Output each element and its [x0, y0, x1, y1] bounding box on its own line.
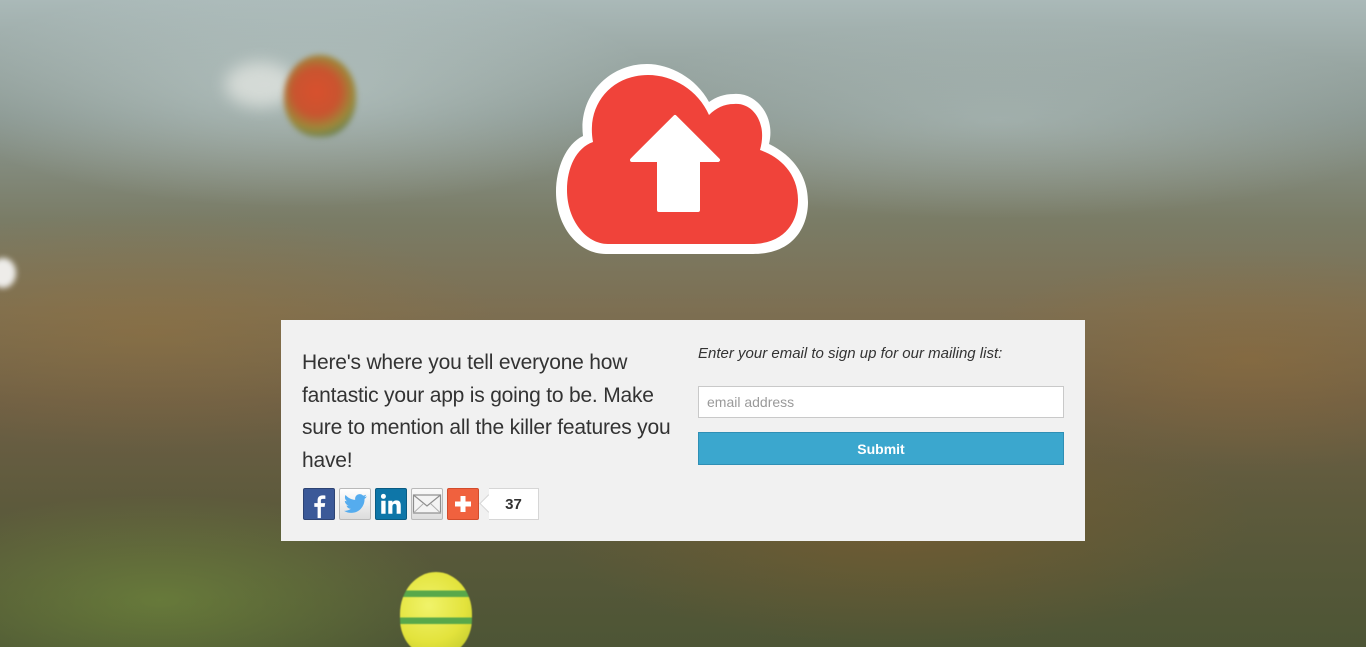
share-bar: 37 — [303, 488, 539, 520]
landing-page: Here's where you tell everyone how fanta… — [0, 0, 1366, 647]
email-share-button[interactable] — [411, 488, 443, 520]
facebook-icon — [314, 495, 326, 519]
background-balloon-top — [284, 55, 356, 137]
background-light-orb — [0, 258, 16, 288]
more-share-button[interactable] — [447, 488, 479, 520]
cloud-upload-icon — [556, 64, 808, 254]
plus-icon — [455, 496, 471, 512]
share-count: 37 — [489, 488, 539, 520]
signup-label: Enter your email to sign up for our mail… — [698, 345, 1003, 362]
twitter-share-button[interactable] — [339, 488, 371, 520]
twitter-icon — [343, 494, 367, 513]
background-balloon-bottom — [400, 572, 472, 647]
signup-card: Here's where you tell everyone how fanta… — [281, 320, 1085, 541]
email-field[interactable] — [698, 386, 1064, 418]
linkedin-icon — [380, 493, 401, 514]
linkedin-share-button[interactable] — [375, 488, 407, 520]
share-count-bubble: 37 — [479, 488, 539, 520]
facebook-share-button[interactable] — [303, 488, 335, 520]
submit-button[interactable]: Submit — [698, 432, 1064, 465]
app-pitch-text: Here's where you tell everyone how fanta… — [302, 351, 671, 472]
email-icon — [412, 494, 442, 514]
